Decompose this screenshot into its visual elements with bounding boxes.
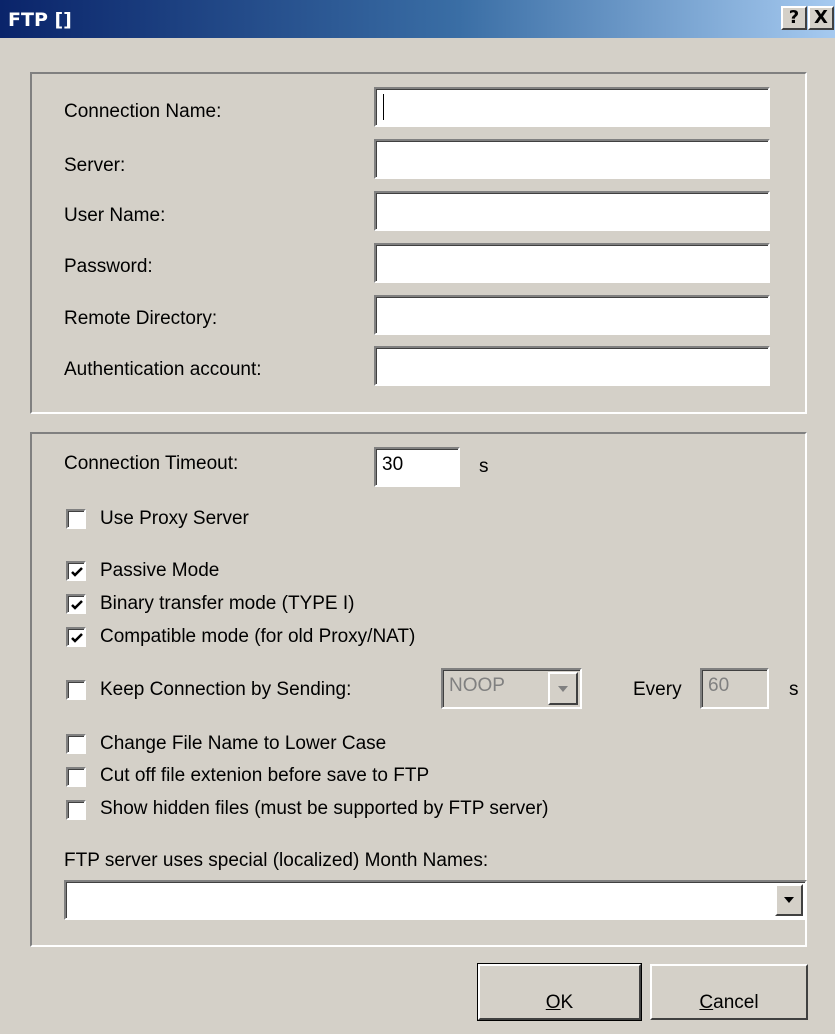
- connection-name-input[interactable]: [374, 87, 770, 127]
- server-label: Server:: [64, 155, 126, 176]
- cancel-label-rest: ancel: [713, 992, 759, 1013]
- lower-case-checkbox[interactable]: [66, 734, 86, 754]
- cut-extension-label: Cut off file extenion before save to FTP: [100, 765, 430, 786]
- help-button[interactable]: ?: [781, 6, 807, 30]
- keep-connection-command-value: NOOP: [449, 675, 505, 696]
- keep-connection-checkbox[interactable]: [66, 680, 86, 700]
- check-icon: [71, 633, 83, 643]
- authentication-account-input[interactable]: [374, 346, 770, 386]
- cut-extension-checkbox[interactable]: [66, 767, 86, 787]
- connection-timeout-input[interactable]: 30: [374, 447, 460, 487]
- server-input[interactable]: [374, 139, 770, 179]
- connection-timeout-label: Connection Timeout:: [64, 453, 239, 474]
- user-name-input[interactable]: [374, 191, 770, 231]
- every-label: Every: [633, 679, 682, 700]
- cancel-button-label: Cancel: [699, 979, 758, 1014]
- check-icon: [71, 600, 83, 610]
- remote-directory-label: Remote Directory:: [64, 308, 218, 329]
- ftp-dialog: FTP [] ? X Connection Name: Server: User…: [0, 0, 835, 1034]
- connection-name-label: Connection Name:: [64, 101, 222, 122]
- use-proxy-checkbox[interactable]: [66, 509, 86, 529]
- keep-connection-interval-input[interactable]: 60: [700, 668, 769, 709]
- remote-directory-input[interactable]: [374, 295, 770, 335]
- passive-mode-checkbox[interactable]: [66, 561, 86, 581]
- text-caret: [383, 94, 384, 120]
- chevron-down-icon[interactable]: [548, 672, 578, 705]
- lower-case-label: Change File Name to Lower Case: [100, 733, 387, 754]
- authentication-account-label: Authentication account:: [64, 359, 262, 380]
- use-proxy-label: Use Proxy Server: [100, 508, 249, 529]
- chevron-down-icon[interactable]: [775, 884, 803, 916]
- password-label: Password:: [64, 256, 153, 277]
- window-title: FTP []: [8, 9, 72, 31]
- title-bar: FTP [] ? X: [0, 0, 835, 38]
- ok-accelerator: O: [545, 992, 561, 1013]
- hidden-files-label: Show hidden files (must be supported by …: [100, 798, 549, 819]
- keep-connection-command-select[interactable]: NOOP: [441, 668, 582, 709]
- cancel-button[interactable]: Cancel: [650, 964, 808, 1020]
- cancel-accelerator: C: [699, 992, 714, 1013]
- passive-mode-label: Passive Mode: [100, 560, 220, 581]
- hidden-files-checkbox[interactable]: [66, 800, 86, 820]
- user-name-label: User Name:: [64, 205, 166, 226]
- binary-mode-label: Binary transfer mode (TYPE I): [100, 593, 355, 614]
- ok-button-label: OK: [546, 979, 573, 1014]
- binary-mode-checkbox[interactable]: [66, 594, 86, 614]
- every-unit: s: [789, 679, 799, 700]
- compatible-mode-label: Compatible mode (for old Proxy/NAT): [100, 626, 416, 647]
- ok-label-rest: K: [560, 992, 574, 1013]
- compatible-mode-checkbox[interactable]: [66, 627, 86, 647]
- ok-button[interactable]: OK: [477, 963, 642, 1021]
- timeout-unit: s: [479, 456, 489, 477]
- password-input[interactable]: [374, 243, 770, 283]
- month-names-select[interactable]: [64, 880, 807, 920]
- keep-connection-label: Keep Connection by Sending:: [100, 679, 352, 700]
- check-icon: [71, 567, 83, 577]
- month-names-label: FTP server uses special (localized) Mont…: [64, 850, 489, 871]
- close-button[interactable]: X: [808, 6, 834, 30]
